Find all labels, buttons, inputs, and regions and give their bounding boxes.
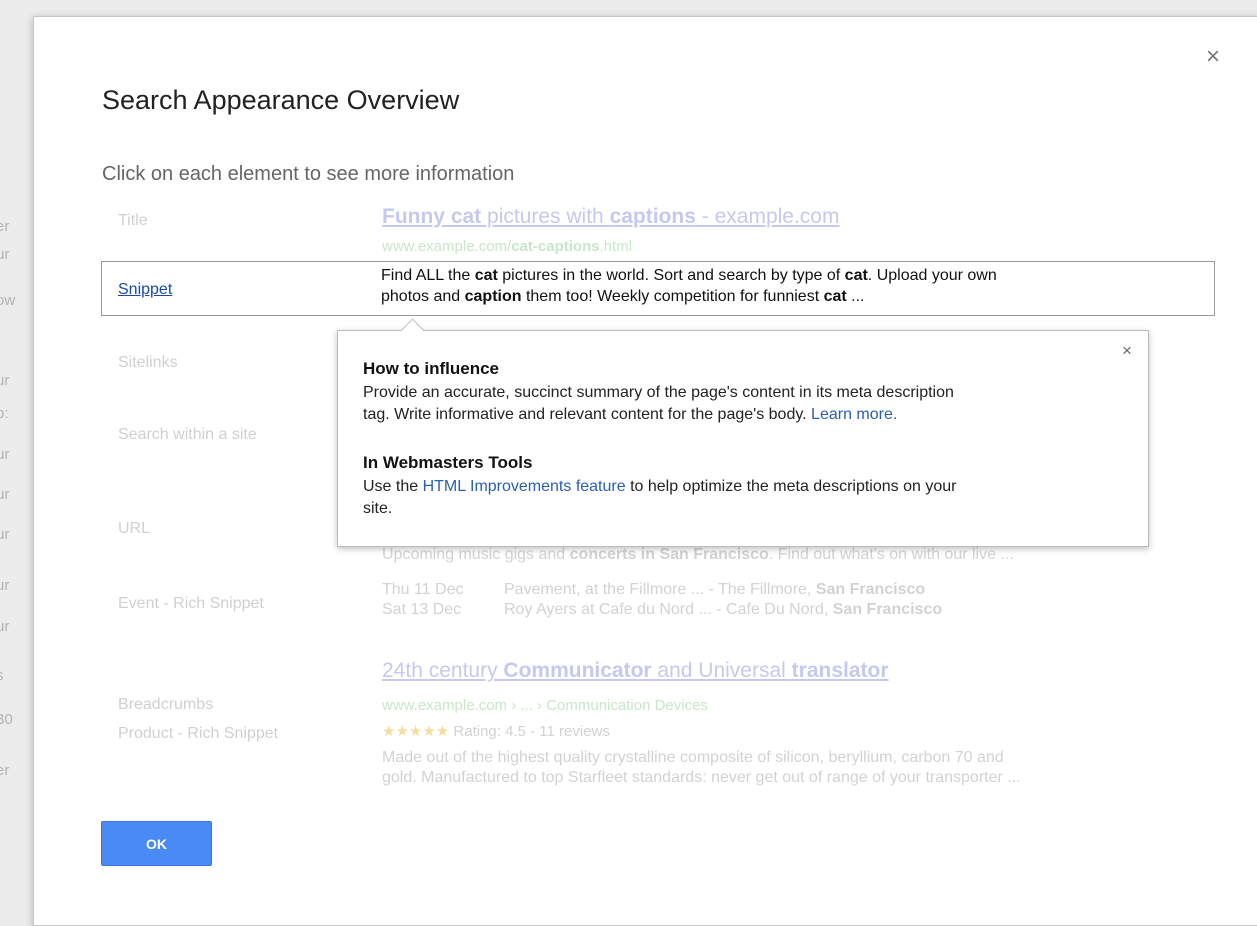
background-fragment: 30 [0, 711, 13, 728]
result-3-title-link: 24th century Communicator and Universal … [382, 659, 889, 682]
background-fragment: er [0, 762, 10, 779]
event-city: San Francisco [832, 601, 943, 618]
rating-text: Rating: 4.5 - 11 reviews [449, 723, 610, 740]
label-title[interactable]: Title [118, 212, 148, 230]
tooltip-close-icon[interactable]: × [1122, 341, 1132, 361]
result-1-title: Funny cat pictures with captions - examp… [382, 205, 839, 229]
snippet-segment: photos and [381, 288, 465, 305]
close-icon[interactable]: × [1206, 45, 1220, 69]
event-title: Roy Ayers at Cafe du Nord ... [504, 601, 712, 618]
r3-title-3: and Universal [651, 659, 792, 682]
background-fragment: ur [0, 486, 10, 503]
search-appearance-dialog: × Search Appearance Overview Click on ea… [33, 16, 1257, 926]
tooltip-heading-influence: How to influence [363, 359, 499, 378]
snippet-segment: Find ALL the [381, 267, 475, 284]
event-venue: - The Fillmore, [704, 581, 816, 598]
info-tooltip: × How to influence Provide an accurate, … [337, 318, 1149, 547]
label-product-rich-snippet[interactable]: Product - Rich Snippet [118, 725, 278, 743]
background-fragment: ur [0, 446, 10, 463]
label-url[interactable]: URL [118, 520, 150, 538]
label-event-rich-snippet[interactable]: Event - Rich Snippet [118, 595, 264, 613]
snippet-keyword: caption [464, 288, 522, 305]
background-fragment: s [0, 667, 4, 684]
tooltip-p2-pre: Use the [363, 478, 423, 495]
label-snippet[interactable]: Snippet [118, 281, 172, 299]
background-fragment: ur [0, 526, 10, 543]
result-3-description: Made out of the highest quality crystall… [382, 748, 1021, 788]
tooltip-heading-webmasters: In Webmasters Tools [363, 453, 533, 472]
label-search-within-site[interactable]: Search within a site [118, 426, 257, 444]
label-breadcrumbs[interactable]: Breadcrumbs [118, 696, 213, 714]
title-part-bold-2: captions [609, 205, 696, 228]
snippet-keyword: cat [823, 288, 847, 305]
result-3-rating: ★★★★★ Rating: 4.5 - 11 reviews [382, 722, 610, 742]
snippet-text: Find ALL the cat pictures in the world. … [381, 265, 1201, 307]
result-2-snippet: Upcoming music gigs and concerts in San … [382, 545, 1014, 565]
event-row: Sat 13 Dec Roy Ayers at Cafe du Nord ... … [382, 600, 942, 620]
background-fragment: ur [0, 372, 10, 389]
ok-button[interactable]: OK [101, 821, 212, 866]
snippet-keyword: cat [844, 267, 868, 284]
tooltip-paragraph-1: Provide an accurate, succinct summary of… [363, 382, 1123, 426]
star-rating-icon: ★★★★★ [382, 723, 450, 740]
background-page-fragments: er ur ow ur p: ur ur ur ur ur s 30 er [0, 0, 30, 924]
background-fragment: ow [0, 292, 16, 309]
background-fragment: ur [0, 577, 10, 594]
html-improvements-link[interactable]: HTML Improvements feature [423, 478, 626, 495]
result-3-title: 24th century Communicator and Universal … [382, 659, 889, 683]
r3-title-1: 24th century [382, 659, 504, 682]
tooltip-arrow [400, 318, 425, 343]
r2-part-3: San Francisco [659, 546, 769, 563]
snippet-row[interactable]: Snippet Find ALL the cat pictures in the… [101, 261, 1215, 316]
snippet-line-1: Find ALL the cat pictures in the world. … [381, 265, 1201, 286]
snippet-segment: them too! Weekly competition for funnies… [521, 288, 824, 305]
event-title: Pavement, at the Fillmore ... [504, 581, 705, 598]
snippet-keyword: cat [474, 267, 498, 284]
r2-part-2: concerts in [569, 546, 660, 563]
snippet-segment: . Upload your own [867, 267, 997, 284]
background-fragment: ur [0, 246, 10, 263]
event-date: Sat 13 Dec [382, 601, 462, 618]
background-fragment: ur [0, 618, 10, 635]
background-fragment: p: [0, 405, 9, 422]
url-part-1: www.example.com/ [382, 238, 512, 255]
event-city: San Francisco [815, 581, 926, 598]
tooltip-p2-line1: Use the HTML Improvements feature to hel… [363, 476, 1123, 498]
learn-more-link[interactable]: Learn more. [811, 406, 897, 423]
url-part-3: .html [599, 238, 633, 255]
snippet-segment: pictures in the world. Sort and search b… [497, 267, 845, 284]
event-venue: - Cafe Du Nord, [711, 601, 833, 618]
url-part-bold: cat-captions [511, 238, 600, 255]
r2-part-1: Upcoming music gigs and [382, 546, 570, 563]
tooltip-p1-line1: Provide an accurate, succinct summary of… [363, 384, 954, 401]
snippet-segment: ... [846, 288, 865, 305]
result-3-breadcrumb: www.example.com › ... › Communication De… [382, 697, 708, 714]
r3-title-4: translator [791, 659, 889, 682]
tooltip-p1-text: tag. Write informative and relevant cont… [363, 406, 812, 423]
result-1-title-link: Funny cat pictures with captions - examp… [382, 205, 839, 228]
title-part-2: pictures with [481, 205, 610, 228]
r2-part-4: . Find out what's on with our live ... [768, 546, 1014, 563]
r3-title-2: Communicator [503, 659, 652, 682]
result-1-url: www.example.com/cat-captions.html [382, 237, 632, 257]
background-fragment: er [0, 218, 10, 235]
title-part-4: - example.com [695, 205, 840, 228]
title-part-bold-1: Funny cat [382, 205, 482, 228]
event-row: Thu 11 Dec Pavement, at the Fillmore ... … [382, 580, 942, 600]
tooltip-p1-line2: tag. Write informative and relevant cont… [363, 404, 1123, 426]
dialog-title: Search Appearance Overview [102, 85, 460, 115]
dialog-subtitle: Click on each element to see more inform… [102, 163, 515, 185]
event-date: Thu 11 Dec [382, 581, 464, 598]
tooltip-p2-post: to help optimize the meta descriptions o… [625, 478, 957, 495]
desc-line-1: Made out of the highest quality crystall… [382, 749, 1004, 766]
label-sitelinks[interactable]: Sitelinks [118, 354, 178, 372]
tooltip-paragraph-2: Use the HTML Improvements feature to hel… [363, 476, 1123, 520]
desc-line-2: gold. Manufactured to top Starfleet stan… [382, 769, 1021, 786]
snippet-line-2: photos and caption them too! Weekly comp… [381, 286, 1201, 307]
tooltip-p2-line2: site. [363, 500, 393, 517]
event-list: Thu 11 Dec Pavement, at the Fillmore ... … [382, 580, 942, 620]
